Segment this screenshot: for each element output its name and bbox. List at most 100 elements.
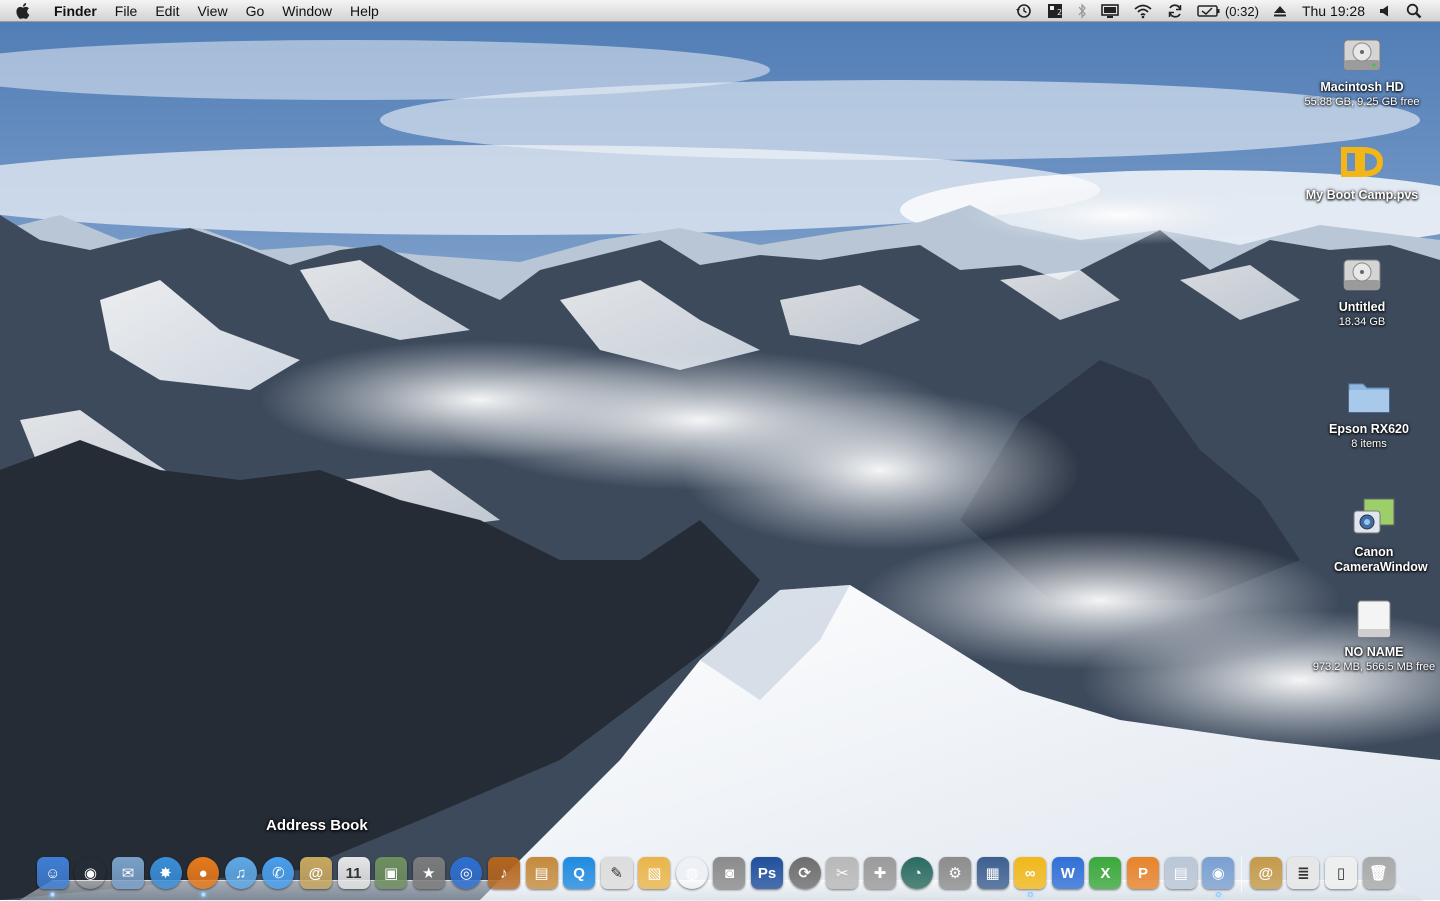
icon-sublabel: 973.2 MB, 566.5 MB free <box>1312 661 1436 673</box>
dock-item-firefox[interactable]: ● <box>186 854 221 897</box>
apple-menu-icon[interactable] <box>16 2 38 20</box>
dock-item-dashboard[interactable]: ◉ <box>73 854 108 892</box>
dock-separator[interactable] <box>1237 852 1247 892</box>
dock-item-itunes[interactable]: ♫ <box>223 854 258 892</box>
excel-icon: X <box>1089 857 1122 889</box>
dock-item-documents-stack[interactable]: ≣ <box>1286 854 1321 892</box>
icon-label: My Boot Camp.pvs <box>1305 188 1419 202</box>
address-book-icon: @ <box>299 857 332 889</box>
dock-item-imovie[interactable]: ★ <box>411 854 446 892</box>
time-machine-icon[interactable] <box>1015 3 1033 19</box>
canon-camera-window-icon: ◉ <box>1202 857 1235 889</box>
dock-item-ical[interactable]: 11 <box>336 854 371 892</box>
dock-item-idvd[interactable]: ◎ <box>449 854 484 892</box>
word-icon: W <box>1051 857 1084 889</box>
image-capture-icon: ◙ <box>713 857 746 889</box>
dock-item-disk-utility[interactable]: ✚ <box>862 854 897 892</box>
desktop-icon-untitled[interactable]: Untitled 18.34 GB <box>1292 250 1432 329</box>
running-indicator <box>200 892 206 897</box>
desktop-icon-macintosh-hd[interactable]: Macintosh HD 55.88 GB, 9.25 GB free <box>1292 30 1432 109</box>
trash-icon: 🗑 <box>1362 857 1395 889</box>
documents-stack-icon: ≣ <box>1287 857 1320 889</box>
dock-item-canon-camera-window[interactable]: ◉ <box>1201 854 1236 897</box>
firefox-icon: ● <box>187 857 220 889</box>
dock-item-parallels[interactable]: ∞ <box>1013 854 1048 897</box>
bluetooth-icon[interactable] <box>1077 3 1087 19</box>
dock-item-preview[interactable]: ✂ <box>825 854 860 892</box>
desktop-icon-my-boot-camp[interactable]: My Boot Camp.pvs <box>1292 138 1432 203</box>
dock-item-excel[interactable]: X <box>1088 854 1123 892</box>
dock-item-time-machine[interactable]: ◔ <box>900 854 935 892</box>
spotlight-search-icon[interactable] <box>1406 3 1422 19</box>
icon-sublabel: 55.88 GB, 9.25 GB free <box>1304 96 1420 108</box>
eject-icon[interactable] <box>1273 4 1287 18</box>
dock-tooltip: Address Book <box>266 817 368 834</box>
dock-item-downloads-stack[interactable]: ▯ <box>1323 854 1358 892</box>
dock-item-dvd-player[interactable]: ◍ <box>674 854 709 892</box>
folder-icon <box>1345 372 1393 420</box>
battery-time: (0:32) <box>1224 3 1259 19</box>
icon-label: Canon CameraWindow <box>1334 545 1428 574</box>
dock-item-address-book[interactable]: @ <box>298 854 333 892</box>
dock-item-iphoto[interactable]: ▣ <box>374 854 409 892</box>
dock-item-photoshop[interactable]: Ps <box>750 854 785 892</box>
photoshop-icon: Ps <box>751 857 784 889</box>
sync-icon[interactable] <box>1167 3 1183 19</box>
desktop-icon-epson-rx620[interactable]: Epson RX620 8 items <box>1299 372 1439 451</box>
menu-view[interactable]: View <box>188 0 236 22</box>
desktop-wallpaper <box>0 0 1440 900</box>
dock-item-applications-stack[interactable]: ▤ <box>1163 854 1198 892</box>
address-stack-icon: @ <box>1249 857 1282 889</box>
dock-item-software-update[interactable]: ⟳ <box>787 854 822 892</box>
menu-go[interactable]: Go <box>237 0 274 22</box>
menu-help[interactable]: Help <box>341 0 388 22</box>
running-indicator <box>1027 892 1033 897</box>
system-preferences-icon: ⚙ <box>939 857 972 889</box>
dock-item-spaces[interactable]: ▦ <box>975 854 1010 892</box>
desktop-icon-no-name[interactable]: NO NAME 973.2 MB, 566.5 MB free <box>1304 595 1440 674</box>
icon-label: Macintosh HD <box>1320 80 1404 94</box>
downloads-stack-icon: ▯ <box>1324 857 1357 889</box>
ichat-icon: ✆ <box>262 857 295 889</box>
dock-item-powerpoint[interactable]: P <box>1126 854 1161 892</box>
dock-item-garageband[interactable]: ♪ <box>486 854 521 892</box>
wifi-icon[interactable] <box>1133 3 1153 19</box>
safari-icon: ✸ <box>149 857 182 889</box>
dock-item-textedit[interactable]: ✎ <box>599 854 634 892</box>
dock-item-trash[interactable]: 🗑 <box>1361 854 1396 892</box>
menubar-clock[interactable]: Thu 19:28 <box>1302 3 1365 19</box>
dock-item-address-stack[interactable]: @ <box>1248 854 1283 892</box>
menu-file[interactable]: File <box>106 0 147 22</box>
parallels-icon: ∞ <box>1014 857 1047 889</box>
software-update-icon: ⟳ <box>788 857 821 889</box>
desktop-icon-canon-camerawindow[interactable]: Canon CameraWindow <box>1304 495 1440 575</box>
dock: ☺ ◉ ✉ ✸ ● ♫ ✆ @11 ▣ ★ ◎ ♪ ▤ Q ✎ ▧ ◍ ◙ Ps ⟳ ✂ ✚ ◔ ⚙ ▦ ∞ W X P ▤ ◉ @ ≣ ▯ 🗑 <box>34 848 1397 897</box>
idvd-icon: ◎ <box>450 857 483 889</box>
dock-item-safari[interactable]: ✸ <box>148 854 183 892</box>
volume-icon[interactable] <box>1378 4 1392 18</box>
textedit-icon: ✎ <box>600 857 633 889</box>
dock-item-word[interactable]: W <box>1050 854 1085 892</box>
hard-drive-icon <box>1338 30 1386 78</box>
dock-item-stuffit[interactable]: ▧ <box>637 854 672 892</box>
time-machine-icon: ◔ <box>901 857 934 889</box>
dock-item-image-capture[interactable]: ◙ <box>712 854 747 892</box>
display-icon[interactable] <box>1101 3 1119 19</box>
iweb-icon: ▤ <box>525 857 558 889</box>
dock-item-quicktime[interactable]: Q <box>562 854 597 892</box>
dock-item-system-preferences[interactable]: ⚙ <box>938 854 973 892</box>
disk-utility-icon: ✚ <box>863 857 896 889</box>
applications-stack-icon: ▤ <box>1164 857 1197 889</box>
menu-window[interactable]: Window <box>273 0 341 22</box>
finder-icon: ☺ <box>36 857 69 889</box>
spaces-icon[interactable]: 2 <box>1047 3 1063 19</box>
battery-icon[interactable]: (0:32) <box>1197 3 1259 19</box>
menu-edit[interactable]: Edit <box>146 0 188 22</box>
menu-finder[interactable]: Finder <box>52 0 106 22</box>
dock-item-ichat[interactable]: ✆ <box>261 854 296 892</box>
mail-icon: ✉ <box>111 857 144 889</box>
dock-item-iweb[interactable]: ▤ <box>524 854 559 892</box>
preview-icon: ✂ <box>826 857 859 889</box>
dock-item-finder[interactable]: ☺ <box>35 854 70 897</box>
dock-item-mail[interactable]: ✉ <box>110 854 145 892</box>
